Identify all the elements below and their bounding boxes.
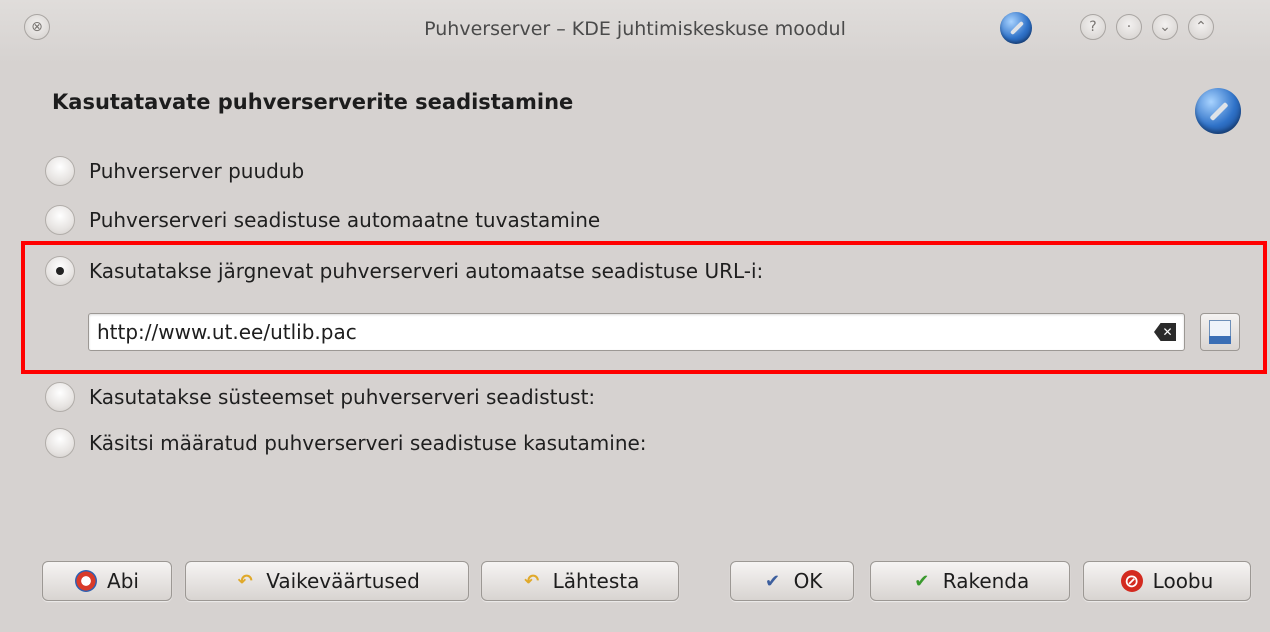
shade-icon: · bbox=[1126, 19, 1132, 35]
chevron-down-icon: ⌄ bbox=[1159, 19, 1171, 35]
defaults-button[interactable]: ↶ Vaikeväärtused bbox=[185, 561, 469, 601]
defaults-icon: ↶ bbox=[237, 570, 253, 592]
section-heading: Kasutatavate puhverserverite seadistamin… bbox=[52, 90, 574, 114]
ok-button[interactable]: ✔ OK bbox=[730, 561, 854, 601]
cancel-icon: ⊘ bbox=[1120, 570, 1143, 592]
apply-checkmark-icon: ✔ bbox=[914, 570, 930, 592]
cancel-button[interactable]: ⊘ Loobu bbox=[1083, 561, 1251, 601]
kde-dialog-window: ⊗ Puhverserver – KDE juhtimiskeskuse moo… bbox=[0, 0, 1270, 632]
option-auto-detect[interactable]: Puhverserveri seadistuse automaatne tuva… bbox=[45, 202, 600, 238]
option-label: Kasutatakse süsteemset puhverserveri sea… bbox=[89, 385, 596, 409]
option-no-proxy[interactable]: Puhverserver puudub bbox=[45, 153, 304, 189]
checkmark-icon: ✔ bbox=[765, 570, 781, 592]
help-icon: ? bbox=[1089, 19, 1097, 35]
highlight-box bbox=[21, 241, 1267, 374]
proxy-module-icon bbox=[1195, 88, 1241, 134]
kde-system-settings-icon bbox=[1000, 12, 1032, 44]
reset-button[interactable]: ↶ Lähtesta bbox=[481, 561, 679, 601]
minimize-window-button[interactable]: ⌄ bbox=[1152, 14, 1178, 40]
chevron-up-icon: ⌃ bbox=[1195, 19, 1207, 35]
help-window-button[interactable]: ? bbox=[1080, 14, 1106, 40]
title-bar[interactable]: ⊗ Puhverserver – KDE juhtimiskeskuse moo… bbox=[0, 0, 1270, 64]
maximize-window-button[interactable]: ⌃ bbox=[1188, 14, 1214, 40]
option-system-proxy[interactable]: Kasutatakse süsteemset puhverserveri sea… bbox=[45, 379, 595, 415]
option-label: Puhverserver puudub bbox=[89, 159, 305, 183]
radio-no-proxy[interactable] bbox=[45, 156, 75, 186]
radio-manual-proxy[interactable] bbox=[45, 428, 75, 458]
help-lifebuoy-icon bbox=[75, 570, 98, 592]
undo-icon: ↶ bbox=[524, 570, 540, 592]
radio-auto-detect[interactable] bbox=[45, 205, 75, 235]
radio-system-proxy[interactable] bbox=[45, 382, 75, 412]
help-button[interactable]: Abi bbox=[42, 561, 172, 601]
shade-window-button[interactable]: · bbox=[1116, 14, 1142, 40]
option-label: Käsitsi määratud puhverserveri seadistus… bbox=[89, 431, 647, 455]
option-label: Puhverserveri seadistuse automaatne tuva… bbox=[89, 208, 601, 232]
apply-button[interactable]: ✔ Rakenda bbox=[870, 561, 1070, 601]
option-manual-proxy[interactable]: Käsitsi määratud puhverserveri seadistus… bbox=[45, 425, 647, 461]
